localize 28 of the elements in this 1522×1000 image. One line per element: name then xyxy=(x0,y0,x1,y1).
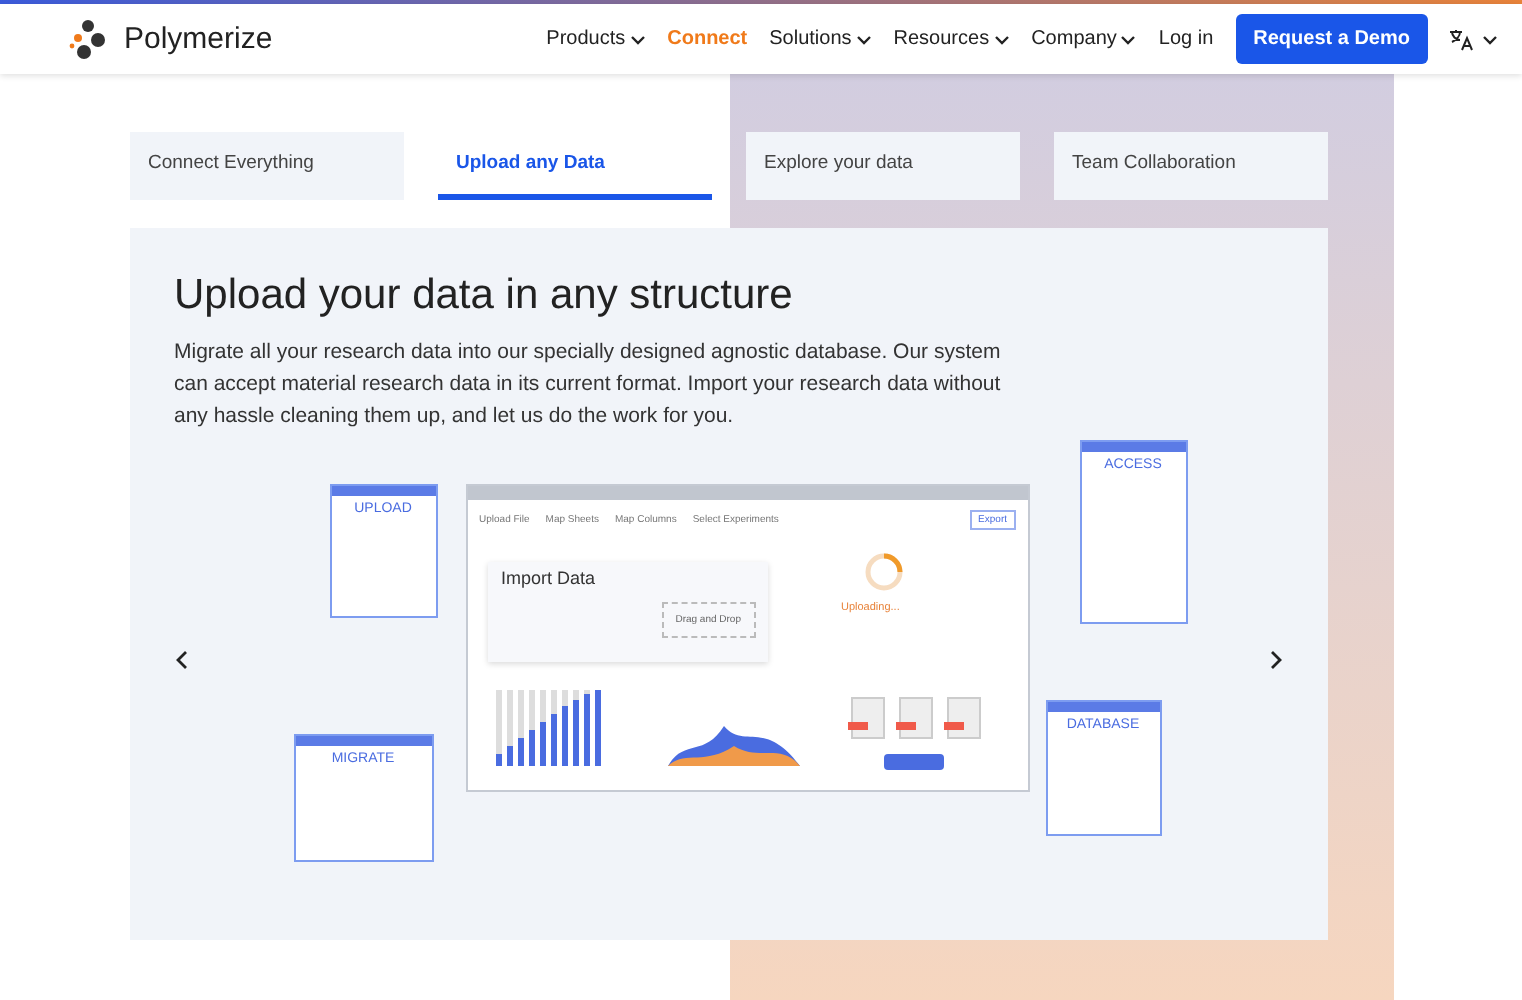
nav-link[interactable]: Company xyxy=(1031,28,1137,50)
chevron-down-icon xyxy=(855,31,872,47)
chevron-down-icon xyxy=(629,31,646,47)
chevron-down-icon xyxy=(1120,31,1137,47)
card-description: Migrate all your research data into our specially designed agnostic database. Our system can accept material research data in its current format. Import your research data without any hassle cleaning them up, and let us do the work for you. xyxy=(174,338,1003,432)
nav-link[interactable]: Resources xyxy=(893,28,1010,50)
import-title: Import Data xyxy=(501,568,596,588)
file-icons-drawing xyxy=(847,694,987,774)
nav-link[interactable]: Solutions xyxy=(769,28,872,50)
card-title: Upload your data in any structure xyxy=(174,272,795,320)
translate-icon[interactable] xyxy=(1448,27,1474,51)
brand-name: Polymerize xyxy=(124,22,273,56)
tab[interactable]: Connect Everything xyxy=(130,132,404,200)
next-arrow-icon[interactable] xyxy=(1268,650,1284,670)
tab[interactable]: Upload any Data xyxy=(438,132,712,200)
request-demo-button[interactable]: Request a Demo xyxy=(1235,14,1428,64)
chevron-down-icon xyxy=(993,31,1010,47)
tab[interactable]: Team Collaboration xyxy=(1054,132,1328,200)
title-bar xyxy=(1081,442,1185,452)
title-bar xyxy=(331,486,435,496)
nav-link[interactable]: Products xyxy=(546,28,646,50)
title-bar xyxy=(295,736,431,746)
nav-link[interactable]: Log in xyxy=(1158,28,1214,50)
title-bar xyxy=(1047,702,1159,712)
progress-ring-icon xyxy=(863,552,903,592)
tab[interactable]: Explore your data xyxy=(746,132,1020,200)
chevron-down-icon xyxy=(1482,31,1498,47)
previous-arrow-icon[interactable] xyxy=(174,650,190,670)
